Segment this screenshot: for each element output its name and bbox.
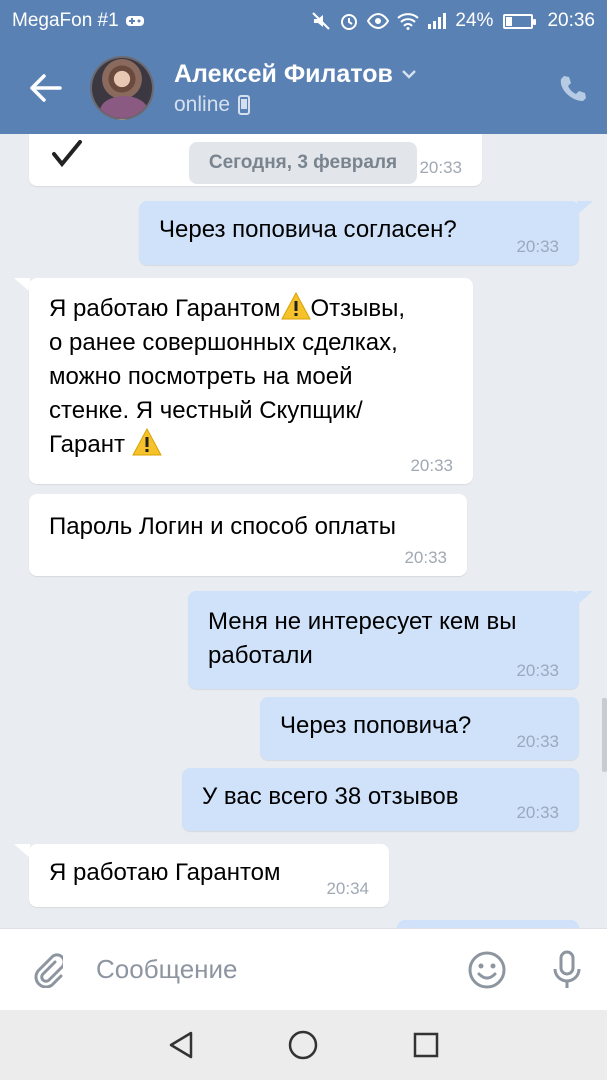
message-time: 20:33	[410, 456, 453, 475]
signal-icon	[427, 12, 447, 30]
mobile-icon	[238, 94, 251, 115]
warning-emoji-icon	[131, 428, 162, 456]
microphone-icon	[553, 950, 581, 988]
message-time: 20:34	[326, 879, 369, 898]
bubble-tail	[577, 201, 593, 215]
eye-icon	[367, 13, 390, 29]
nav-back-button[interactable]	[151, 1015, 211, 1075]
message-bubble-outgoing[interactable]: У вас всего 38 отзывов 20:33	[182, 768, 579, 831]
message-time: 20:33	[404, 548, 447, 567]
message-text: Через поповича согласен?	[159, 216, 457, 243]
clock: 20:36	[547, 10, 595, 31]
message-bubble-outgoing[interactable]: Через поповича? 20:33	[260, 697, 579, 760]
attach-button[interactable]	[0, 929, 96, 1011]
android-nav-bar	[0, 1010, 607, 1080]
game-icon	[125, 14, 145, 28]
message-text: Через поповича?	[280, 712, 472, 739]
wifi-icon	[397, 12, 420, 30]
message-list[interactable]: 20:33 Сегодня, 3 февраля Через поповича …	[0, 134, 607, 928]
chat-header: Алексей Филатов online	[0, 42, 607, 134]
chevron-down-icon	[401, 70, 416, 79]
bubble-tail	[577, 591, 593, 605]
message-bubble-incoming[interactable]: Я работаю Гарантом Отзывы, о ранее соверш…	[29, 278, 473, 484]
emoji-icon	[468, 951, 506, 988]
back-arrow-icon	[30, 74, 62, 102]
message-time: 20:33	[516, 237, 559, 256]
paperclip-icon	[34, 952, 63, 988]
alarm-icon	[339, 11, 359, 31]
contact-status: online	[174, 92, 231, 116]
call-button[interactable]	[537, 42, 607, 134]
message-bubble-outgoing[interactable]: Меня не интересует кем вы работали 20:33	[188, 591, 579, 689]
nav-recents-button[interactable]	[396, 1015, 456, 1075]
carrier-label: MegaFon #1	[12, 10, 119, 31]
message-bubble-incoming[interactable]: Я работаю Гарантом 20:34	[29, 844, 389, 907]
mute-icon	[311, 11, 331, 31]
battery-percent: 24%	[455, 10, 494, 31]
message-text: Меня не интересует кем вы работали	[208, 608, 517, 669]
message-bubble-incoming[interactable]: Пароль Логин и способ оплаты 20:33	[29, 494, 467, 576]
message-text: У вас всего 38 отзывов	[202, 783, 459, 810]
nav-back-icon	[169, 1031, 193, 1059]
message-input[interactable]	[96, 954, 447, 985]
battery-icon	[503, 13, 537, 29]
avatar[interactable]	[90, 56, 154, 120]
contact-info[interactable]: Алексей Филатов online	[174, 60, 417, 117]
nav-home-button[interactable]	[273, 1015, 333, 1075]
nav-recents-icon	[413, 1032, 439, 1058]
back-button[interactable]	[0, 42, 90, 134]
message-text: Я работаю Гарантом	[49, 859, 281, 886]
message-bubble-outgoing[interactable]: Через поповича согласен? 20:33	[139, 201, 579, 265]
phone-icon	[560, 76, 586, 101]
nav-home-icon	[289, 1030, 318, 1060]
message-text: Пароль Логин и способ оплаты	[49, 513, 396, 540]
contact-name: Алексей Филатов	[174, 59, 393, 88]
bubble-tail	[14, 278, 30, 292]
message-bubble-outgoing-partial[interactable]	[397, 920, 579, 928]
emoji-button[interactable]	[447, 929, 527, 1011]
message-time: 20:33	[516, 732, 559, 751]
scrollbar-thumb[interactable]	[602, 698, 607, 772]
date-separator: Сегодня, 3 февраля	[189, 142, 417, 184]
bubble-tail	[14, 844, 30, 858]
status-bar: MegaFon #1 24% 20:36	[0, 0, 607, 42]
message-time: 20:33	[516, 803, 559, 822]
warning-emoji-icon	[280, 292, 311, 320]
message-text: Я работаю Гарантом Отзывы, о ранее соверш…	[49, 292, 453, 462]
checkmark-icon	[52, 140, 82, 168]
message-composer	[0, 928, 607, 1010]
message-time: 20:33	[419, 158, 462, 177]
voice-message-button[interactable]	[527, 929, 607, 1011]
message-time: 20:33	[516, 661, 559, 680]
